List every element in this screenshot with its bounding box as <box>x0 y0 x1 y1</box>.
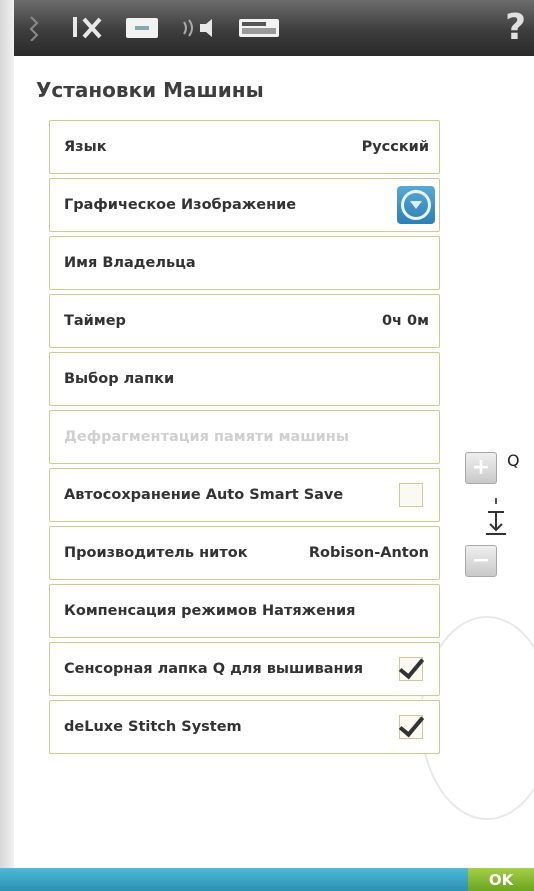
settings-row-sensor-q-foot[interactable]: Сенсорная лапка Q для вышивания <box>49 642 440 696</box>
deluxe-stitch-checkbox[interactable] <box>399 715 423 739</box>
sound-icon[interactable] <box>182 14 222 42</box>
row-label: Дефрагментация памяти машины <box>64 429 349 445</box>
left-frame <box>0 0 14 891</box>
settings-row-presser-foot[interactable]: Выбор лапки <box>49 352 440 406</box>
settings-row-auto-save[interactable]: Автосохранение Auto Smart Save <box>49 468 440 522</box>
menu-icon[interactable] <box>24 14 44 42</box>
machine-settings-icon[interactable] <box>124 14 160 42</box>
row-label: Имя Владельца <box>64 255 196 271</box>
sensor-q-foot-checkbox[interactable] <box>399 657 423 681</box>
row-label: Таймер <box>64 313 126 329</box>
settings-row-owner-name[interactable]: Имя Владельца <box>49 236 440 290</box>
row-label: Сенсорная лапка Q для вышивания <box>64 661 364 677</box>
presser-foot-icon <box>484 496 508 540</box>
settings-row-graphics[interactable]: Графическое Изображение <box>49 178 440 232</box>
bottom-bar <box>0 868 534 891</box>
row-value: 0ч 0м <box>381 313 429 329</box>
presser-foot-up-button[interactable]: + <box>465 452 497 484</box>
row-label: Производитель ниток <box>64 545 248 561</box>
settings-row-deluxe-stitch[interactable]: deLuxe Stitch System <box>49 700 440 754</box>
row-label: Компенсация режимов Натяжения <box>64 603 356 619</box>
sewing-settings-icon[interactable] <box>238 14 280 42</box>
tools-icon[interactable] <box>69 14 105 42</box>
graphics-theme-icon[interactable] <box>397 186 435 224</box>
settings-row-timer[interactable]: Таймер 0ч 0м <box>49 294 440 348</box>
top-toolbar: ? <box>14 0 534 56</box>
row-label: Автосохранение Auto Smart Save <box>64 487 344 503</box>
settings-row-thread-brand[interactable]: Производитель ниток Robison-Anton <box>49 526 440 580</box>
row-label: Графическое Изображение <box>64 197 297 213</box>
plus-icon: + <box>471 455 491 480</box>
row-label: deLuxe Stitch System <box>64 719 242 735</box>
row-label: Язык <box>64 139 107 155</box>
row-value: Robison-Anton <box>308 545 429 561</box>
machine-settings-screen: ? Установки Машины Язык Русский Графичес… <box>0 0 534 891</box>
auto-save-checkbox[interactable] <box>399 483 423 507</box>
page-title: Установки Машины <box>36 78 264 102</box>
q-label: Q <box>507 451 520 470</box>
ok-button[interactable]: OK <box>468 868 534 891</box>
row-label: Выбор лапки <box>64 371 175 387</box>
settings-panel: Установки Машины Язык Русский Графическо… <box>14 56 534 846</box>
help-button[interactable]: ? <box>505 8 526 48</box>
row-value: Русский <box>361 139 429 155</box>
minus-icon: − <box>471 548 491 573</box>
settings-row-tension-compensation[interactable]: Компенсация режимов Натяжения <box>49 584 440 638</box>
settings-row-defragment: Дефрагментация памяти машины <box>49 410 440 464</box>
presser-foot-down-button[interactable]: − <box>465 545 497 577</box>
settings-row-language[interactable]: Язык Русский <box>49 120 440 174</box>
